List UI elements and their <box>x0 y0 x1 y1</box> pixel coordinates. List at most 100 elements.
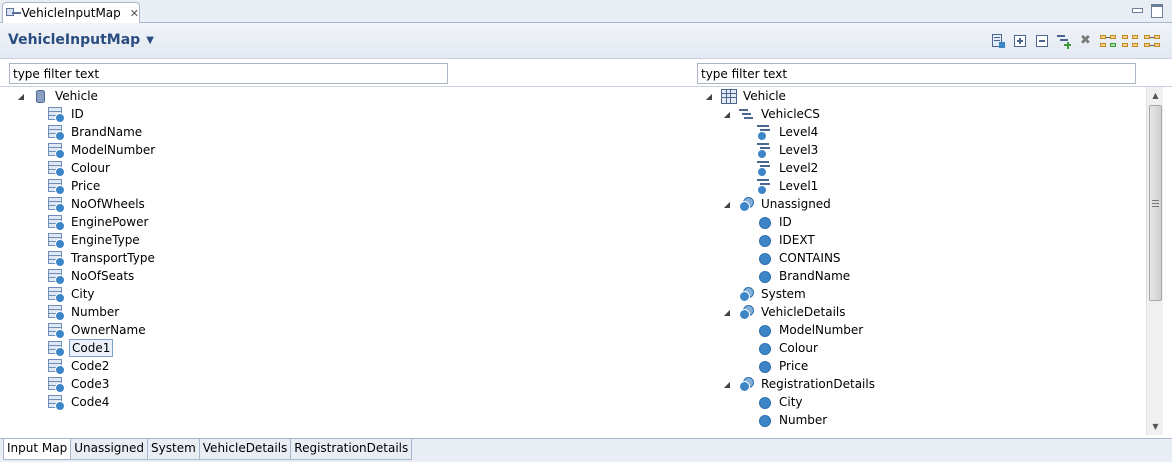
expand-toggle-icon[interactable]: ◢ <box>722 110 732 119</box>
delete-icon[interactable]: ✖ <box>1078 33 1094 49</box>
tab-registrationdetails[interactable]: RegistrationDetails <box>290 439 413 460</box>
tree-item-level4[interactable]: Level4 <box>740 123 820 141</box>
tree-item-colour[interactable]: Colour <box>32 159 112 177</box>
left-filter-input[interactable] <box>9 63 448 84</box>
tree-item-level3[interactable]: Level3 <box>740 141 820 159</box>
expand-all-icon[interactable] <box>1012 33 1028 49</box>
tree-item-city[interactable]: City <box>32 285 97 303</box>
tree-item-unassigned[interactable]: ◢ Unassigned <box>722 195 833 213</box>
expand-toggle-icon[interactable]: ◢ <box>722 308 732 317</box>
tree-item-code4[interactable]: Code4 <box>32 393 111 411</box>
divider <box>0 86 1172 87</box>
tree-item-vehicledetails[interactable]: ◢ VehicleDetails <box>722 303 848 321</box>
minimize-icon[interactable] <box>1130 3 1144 16</box>
tab-input-map[interactable]: Input Map <box>3 439 72 460</box>
right-filter-input[interactable] <box>697 63 1136 84</box>
tree-item-noofseats[interactable]: NoOfSeats <box>32 267 136 285</box>
tree-node-label: Unassigned <box>761 197 831 211</box>
tree-item-level1[interactable]: Level1 <box>740 177 820 195</box>
tree-node-label: OwnerName <box>71 323 146 337</box>
right-tree-scrollbar[interactable]: ▲ ▼ <box>1146 87 1163 435</box>
tree-item-price[interactable]: Price <box>740 357 810 375</box>
tab-system[interactable]: System <box>147 439 200 460</box>
attribute-icon <box>48 178 65 195</box>
tree-node-label: System <box>761 287 806 301</box>
tree-node-label: Price <box>779 359 809 373</box>
maximize-icon[interactable] <box>1150 3 1164 18</box>
tree-item-city[interactable]: City <box>740 393 805 411</box>
tree-item-id[interactable]: ID <box>740 213 794 231</box>
scroll-down-icon[interactable]: ▼ <box>1147 418 1164 435</box>
tree-item-code3[interactable]: Code3 <box>32 375 111 393</box>
layout-tree-icon[interactable] <box>1144 33 1160 49</box>
expand-toggle-icon[interactable]: ◢ <box>16 92 26 101</box>
field-icon <box>756 250 772 266</box>
hierarchy-icon <box>738 106 754 122</box>
tree-root-vehicle[interactable]: ◢ Vehicle <box>16 87 100 105</box>
tree-item-number[interactable]: Number <box>740 411 829 429</box>
scroll-up-icon[interactable]: ▲ <box>1147 87 1164 104</box>
group-icon <box>738 286 754 302</box>
field-icon <box>756 394 772 410</box>
tree-node-label: Vehicle <box>743 89 786 103</box>
group-icon <box>738 376 754 392</box>
tree-item-enginetype[interactable]: EngineType <box>32 231 142 249</box>
level-icon <box>756 142 772 159</box>
page-title-dropdown[interactable]: VehicleInputMap ▼ <box>8 32 154 48</box>
expand-toggle-icon[interactable]: ◢ <box>722 200 732 209</box>
tree-node-label: EnginePower <box>71 215 149 229</box>
tree-item-vehiclecs[interactable]: ◢ VehicleCS <box>722 105 822 123</box>
layout-horizontal-icon[interactable] <box>1100 33 1116 49</box>
editor-tab-vehicleinputmap[interactable]: VehicleInputMap ✕ <box>2 2 140 23</box>
expand-toggle-icon[interactable]: ◢ <box>722 380 732 389</box>
tree-root-vehicle[interactable]: ◢ Vehicle <box>704 87 788 105</box>
close-icon[interactable]: ✕ <box>130 7 139 20</box>
field-icon <box>756 268 772 284</box>
tree-item-colour[interactable]: Colour <box>740 339 820 357</box>
attribute-icon <box>48 232 65 249</box>
add-mapping-icon[interactable] <box>1056 33 1072 49</box>
tree-node-label: EngineType <box>71 233 140 247</box>
tree-item-level2[interactable]: Level2 <box>740 159 820 177</box>
tree-item-contains[interactable]: CONTAINS <box>740 249 843 267</box>
attribute-icon <box>48 124 65 141</box>
tree-item-ownername[interactable]: OwnerName <box>32 321 148 339</box>
properties-icon[interactable] <box>990 33 1006 49</box>
tree-item-noofwheels[interactable]: NoOfWheels <box>32 195 147 213</box>
tree-node-label: VehicleDetails <box>761 305 846 319</box>
tree-node-label: TransportType <box>71 251 155 265</box>
tree-item-modelnumber[interactable]: ModelNumber <box>740 321 865 339</box>
tree-node-label: NoOfWheels <box>71 197 145 211</box>
expand-toggle-icon[interactable]: ◢ <box>704 92 714 101</box>
level-icon <box>756 160 772 177</box>
tree-item-modelnumber[interactable]: ModelNumber <box>32 141 157 159</box>
tree-item-number[interactable]: Number <box>32 303 121 321</box>
attribute-icon <box>48 286 65 303</box>
layout-grid-icon[interactable] <box>1122 33 1138 49</box>
tree-node-label: ModelNumber <box>71 143 156 157</box>
tree-item-enginepower[interactable]: EnginePower <box>32 213 150 231</box>
tree-item-transporttype[interactable]: TransportType <box>32 249 157 267</box>
field-icon <box>756 358 772 374</box>
tree-item-registrationdetails[interactable]: ◢ RegistrationDetails <box>722 375 877 393</box>
level-icon <box>756 178 772 195</box>
tab-vehicledetails[interactable]: VehicleDetails <box>198 439 292 460</box>
tree-item-system[interactable]: System <box>722 285 808 303</box>
tree-item-brandname[interactable]: BrandName <box>32 123 144 141</box>
tree-item-price[interactable]: Price <box>32 177 102 195</box>
tree-item-code1[interactable]: Code1 <box>32 339 114 357</box>
tree-node-label: Colour <box>71 161 110 175</box>
tree-item-id[interactable]: ID <box>32 105 86 123</box>
tree-item-idext[interactable]: IDEXT <box>740 231 817 249</box>
tree-node-label: Code2 <box>71 359 110 373</box>
collapse-all-icon[interactable] <box>1034 33 1050 49</box>
tree-item-code2[interactable]: Code2 <box>32 357 111 375</box>
tree-item-brandname[interactable]: BrandName <box>740 267 852 285</box>
page-title: VehicleInputMap <box>8 32 141 48</box>
tab-unassigned[interactable]: Unassigned <box>70 439 149 460</box>
tree-node-label: Level3 <box>779 143 819 157</box>
attribute-icon <box>48 250 65 267</box>
bottom-tab-bar: Input Map Unassigned System VehicleDetails R… <box>0 438 1172 462</box>
editor-tab-bar: VehicleInputMap ✕ <box>0 0 1172 23</box>
scrollbar-thumb[interactable] <box>1149 105 1162 301</box>
